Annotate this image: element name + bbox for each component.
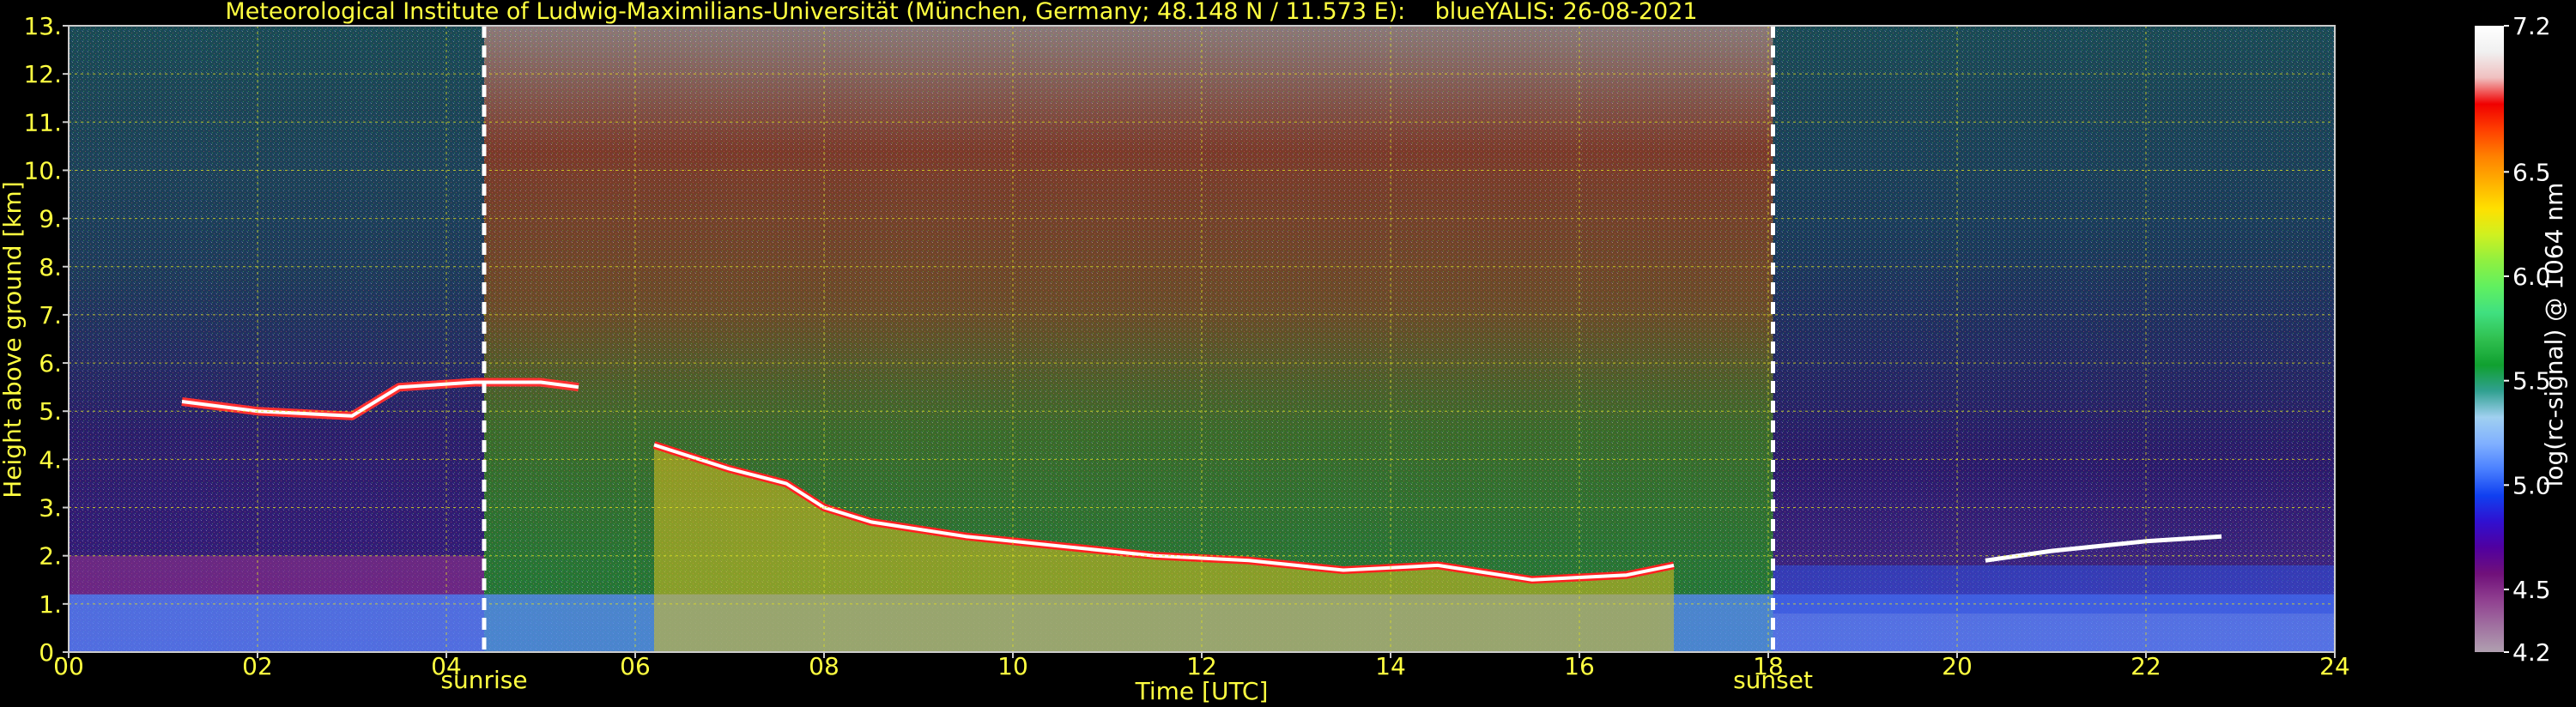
y-tick-label: 4. [39, 445, 62, 474]
y-tick-label: 3. [39, 494, 62, 523]
y-tick-label: 12. [23, 60, 62, 88]
y-tick-label: 6. [39, 349, 62, 378]
residual-layer-morning [69, 555, 484, 595]
y-axis-label: Height above ground [km] [0, 181, 27, 499]
y-tick-label: 2. [39, 542, 62, 571]
colorbar-tick-label: 6.5 [2512, 158, 2551, 186]
x-tick-label: 20 [1942, 652, 1973, 680]
colorbar: 4.24.55.05.56.06.57.2 log(rc-signal) @ 1… [2475, 12, 2568, 667]
y-axis-ticks: 0. 1. 2. 3. 4. 5. 6. 7. 8. 9. 10. 11. 12. 13. [23, 12, 69, 667]
x-tick-label: 24 [2319, 652, 2350, 680]
y-tick-label: 0. [39, 638, 62, 667]
colorbar-tick-label: 7.2 [2512, 12, 2551, 40]
y-tick-label: 5. [39, 397, 62, 426]
y-tick-label: 9. [39, 205, 62, 233]
x-tick-label: 14 [1375, 652, 1406, 680]
x-tick-label: 02 [242, 652, 273, 680]
y-tick-label: 8. [39, 253, 62, 281]
colorbar-label: log(rc-signal) @ 1064 nm [2540, 183, 2568, 487]
x-tick-label: 18 [1753, 652, 1784, 680]
x-tick-label: 04 [431, 652, 462, 680]
aerosol-layer-evening [1773, 565, 2335, 614]
y-tick-label: 7. [39, 301, 62, 329]
y-tick-label: 11. [23, 108, 62, 136]
x-tick-label: 08 [809, 652, 839, 680]
x-tick-label: 06 [620, 652, 651, 680]
x-tick-label: 22 [2131, 652, 2161, 680]
lidar-quicklook: sunrise sunset 00 02 04 06 08 10 12 14 16 18 20 22 24… [0, 0, 2576, 707]
chart-svg: sunrise sunset 00 02 04 06 08 10 12 14 16 18 20 22 24… [0, 0, 2568, 705]
colorbar-scale [2475, 26, 2504, 652]
y-tick-label: 1. [39, 590, 62, 619]
chart-title: Meteorological Institute of Ludwig-Maxim… [225, 0, 1697, 25]
colorbar-tick-label: 4.2 [2512, 638, 2551, 667]
x-axis-label: Time [UTC] [1135, 677, 1269, 705]
x-tick-label: 10 [997, 652, 1028, 680]
y-tick-label: 13. [23, 12, 62, 40]
y-tick-label: 10. [23, 156, 62, 184]
colorbar-tick-label: 4.5 [2512, 576, 2551, 604]
x-tick-label: 16 [1564, 652, 1595, 680]
